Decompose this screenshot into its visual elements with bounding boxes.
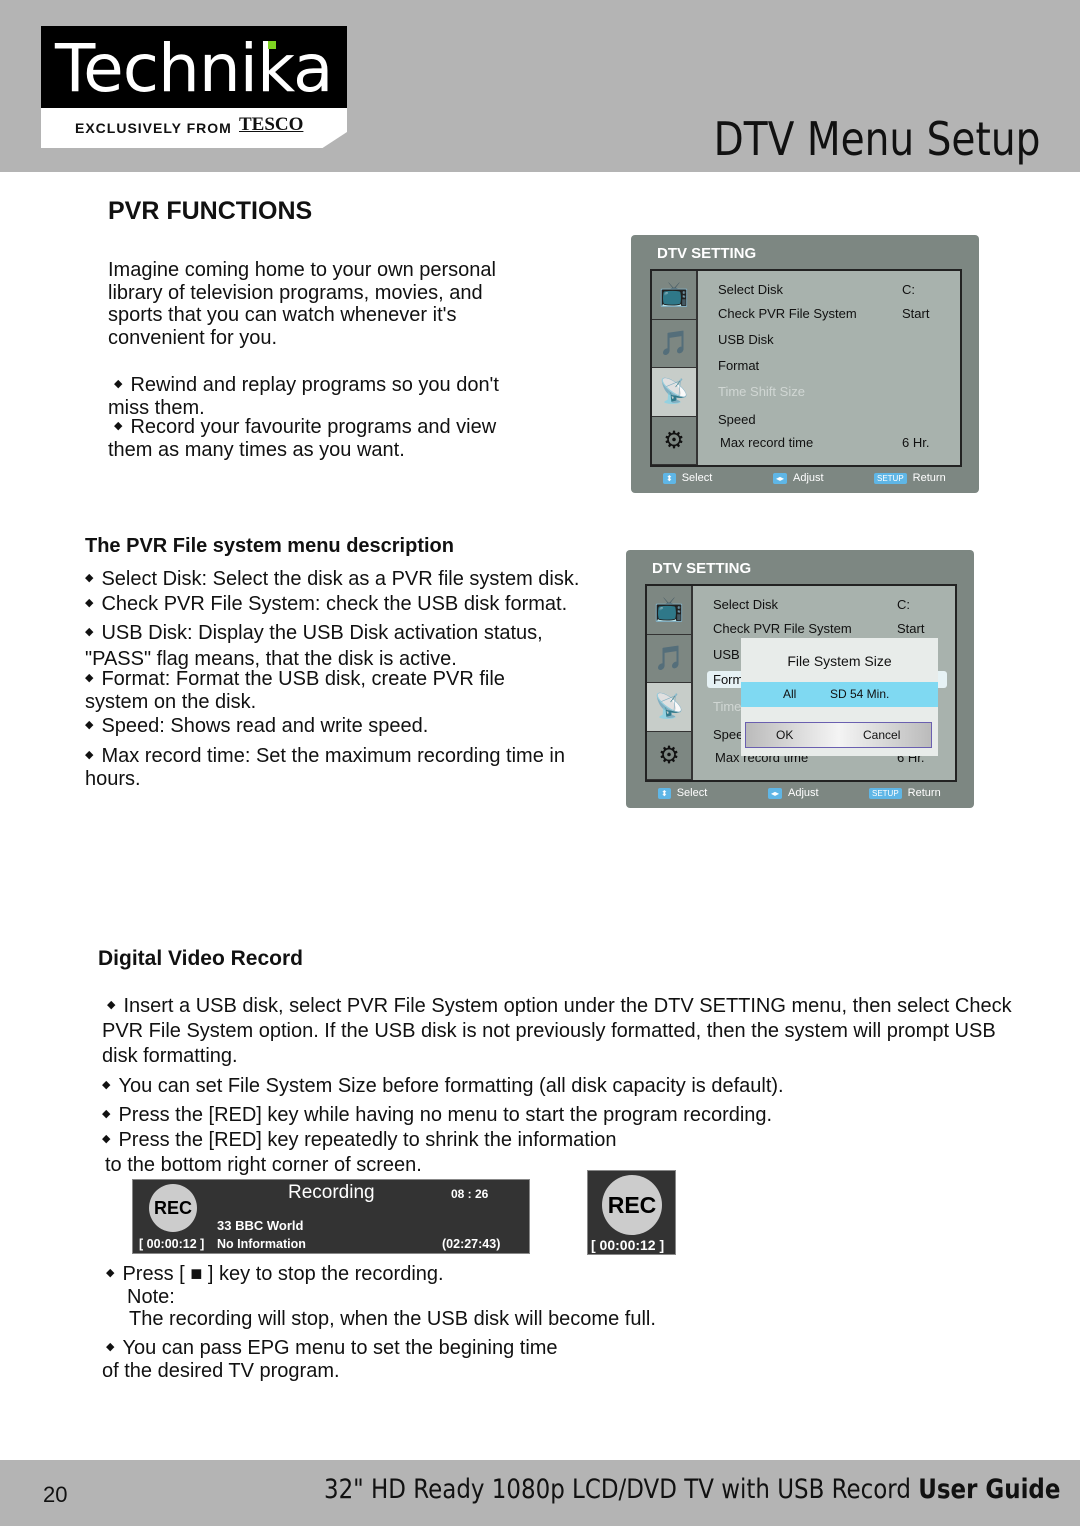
satellite-icon[interactable]: 📡 [652,368,696,417]
audio-icon[interactable]: 🎵 [647,635,691,683]
check-value: Start [902,306,930,321]
adjust-hint: ◂▸ Adjust [773,472,824,484]
pvr-bullet: Record your favourite programs and view … [108,415,518,461]
pvr-heading: PVR FUNCTIONS [108,197,313,225]
rec-badge: REC [602,1175,662,1235]
recording-mini: REC [ 00:00:12 ] [587,1170,676,1255]
dvr-text: to the bottom right corner of screen. [105,1154,422,1176]
menu-item-time-shift: Time Shift Size [718,384,805,399]
menu-item-time-shift: Time [713,699,742,714]
return-hint: SETUP Return [874,472,946,484]
cancel-button[interactable]: Cancel [863,728,900,742]
dvr-bullet: Press [ ■ ] key to stop the recording. [106,1262,443,1286]
page-number: 20 [43,1482,68,1507]
technika-logo: Technika EXCLUSIVELY FROM TESCO [41,26,347,148]
program-info: No Information [217,1237,306,1251]
leftright-icon: ◂▸ [773,472,788,484]
page-title: DTV Menu Setup [713,112,1040,166]
clock: 08 : 26 [451,1187,489,1201]
dvr-text: of the desired TV program. [102,1360,340,1382]
menu-item-usb-disk[interactable]: USB [713,647,740,662]
updown-icon: ⬍ [658,787,671,799]
menu-title: DTV SETTING [652,560,752,577]
leftright-icon: ◂▸ [768,787,783,799]
footer-band: 20 32" HD Ready 1080p LCD/DVD TV with US… [0,1460,1080,1526]
dtv-setting-menu-dialog: DTV SETTING 📺 🎵 📡 ⚙ Select Disk C: Check… [626,550,974,808]
menu-item-format[interactable]: Format [718,358,759,373]
note-label: Note: [127,1286,175,1308]
dialog-buttons: OK Cancel [745,722,932,748]
menu-item-speed[interactable]: Spee [713,727,743,742]
dvr-bullet: Press the [RED] key while having no menu… [102,1103,1032,1127]
dvr-heading: Digital Video Record [98,947,303,970]
size-selector[interactable]: All SD 54 Min. [741,682,938,707]
dvr-bullet: Insert a USB disk, select PVR File Syste… [102,993,1032,1069]
menu-item-max-record[interactable]: Max record time [720,435,813,450]
note-text: The recording will stop, when the USB di… [129,1308,656,1330]
menu-item-select-disk[interactable]: Select Disk [718,282,783,297]
elapsed: [ 00:00:12 ] [139,1237,205,1251]
tv-icon[interactable]: 📺 [652,271,696,320]
menu-item-check-pvr[interactable]: Check PVR File System [713,621,852,636]
tv-icon[interactable]: 📺 [647,586,691,635]
menu-item-select-disk[interactable]: Select Disk [713,597,778,612]
check-value: Start [897,621,925,636]
filesys-bullet: Select Disk: Select the disk as a PVR fi… [85,567,605,591]
file-system-size-dialog: File System Size All SD 54 Min. OK Cance… [741,638,938,756]
select-disk-value: C: [897,597,910,612]
satellite-icon[interactable]: 📡 [647,683,691,732]
select-disk-value: C: [902,282,915,297]
recording-banner: REC Recording 08 : 26 33 BBC World [ 00:… [132,1179,530,1254]
channel: 33 BBC World [217,1218,304,1233]
product-title: 32" HD Ready 1080p LCD/DVD TV with USB R… [323,1474,1060,1505]
dvr-bullet: Press the [RED] key repeatedly to shrink… [102,1128,1032,1152]
pvr-intro: Imagine coming home to your own personal… [108,259,496,349]
adjust-hint: ◂▸ Adjust [768,787,819,799]
recording-title: Recording [288,1182,375,1203]
menu-item-usb-disk[interactable]: USB Disk [718,332,774,347]
elapsed: [ 00:00:12 ] [591,1237,665,1253]
filesys-bullet: Format: Format the USB disk, create PVR … [85,667,545,713]
dialog-title: File System Size [787,653,892,669]
menu-item-speed[interactable]: Speed [718,412,756,427]
option-size[interactable]: SD 54 Min. [830,687,889,701]
settings-icon[interactable]: ⚙ [652,417,696,465]
return-hint: SETUP Return [869,787,941,799]
filesys-heading: The PVR File system menu description [85,535,454,557]
dvr-bullet: You can set File System Size before form… [102,1074,1032,1098]
filesys-bullet: Max record time: Set the maximum recordi… [85,744,585,790]
updown-icon: ⬍ [663,472,676,484]
settings-icon[interactable]: ⚙ [647,732,691,780]
ok-button[interactable]: OK [776,728,793,742]
dvr-bullet: You can pass EPG menu to set the beginin… [106,1336,557,1360]
menu-item-check-pvr[interactable]: Check PVR File System [718,306,857,321]
select-hint: ⬍ Select [663,472,712,484]
filesys-bullet: Check PVR File System: check the USB dis… [85,592,605,616]
rec-badge: REC [149,1184,197,1232]
audio-icon[interactable]: 🎵 [652,320,696,368]
filesys-bullet: Speed: Shows read and write speed. [85,714,605,738]
dtv-setting-menu: DTV SETTING 📺 🎵 📡 ⚙ Select Disk C: Check… [631,235,979,493]
max-record-value: 6 Hr. [902,435,930,450]
pvr-bullet: Rewind and replay programs so you don't … [108,373,518,419]
menu-title: DTV SETTING [657,245,757,262]
select-hint: ⬍ Select [658,787,707,799]
filesys-bullet: USB Disk: Display the USB Disk activatio… [85,619,565,672]
remaining: (02:27:43) [442,1237,501,1251]
option-all[interactable]: All [783,687,796,701]
